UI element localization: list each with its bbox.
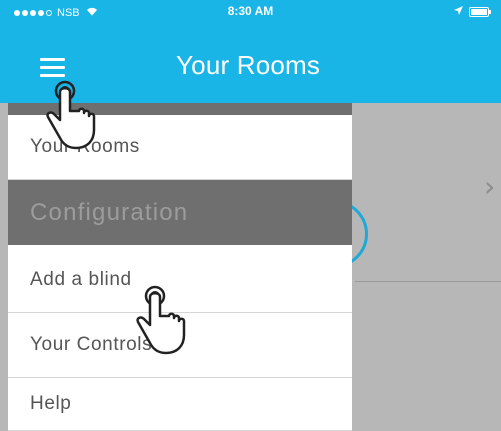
status-time: 8:30 AM [227,4,274,18]
status-right [454,6,491,18]
chevron-right-icon[interactable]: › [484,170,495,203]
battery-icon [469,7,491,17]
status-bar: NSB 8:30 AM [0,0,501,24]
page-title: Your Rooms [176,50,321,80]
drawer-edge [0,103,8,431]
menu-item-help[interactable]: Help [8,378,352,431]
hand-pointer-icon [46,80,96,150]
content-divider [355,281,501,282]
menu-icon[interactable] [40,58,65,78]
menu-section-configuration: Configuration [8,180,352,245]
hand-pointer-icon [136,285,186,355]
location-icon [454,6,463,18]
